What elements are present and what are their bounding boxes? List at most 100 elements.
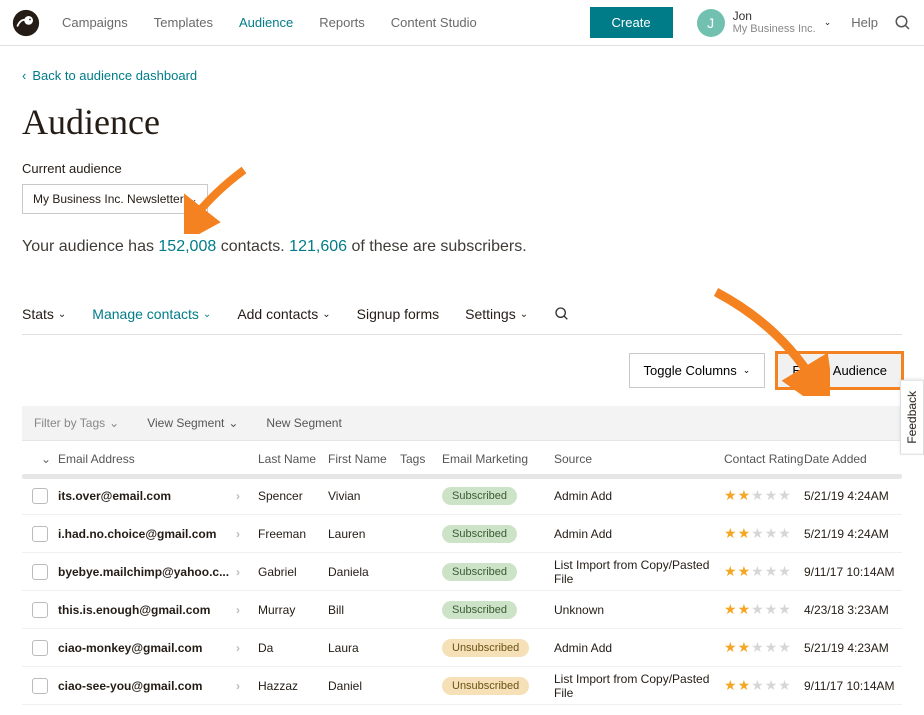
search-contacts-icon[interactable] [554, 306, 570, 322]
subtab-settings[interactable]: Settings ⌄ [465, 306, 528, 322]
col-contact-rating[interactable]: Contact Rating [724, 452, 804, 466]
date-added: 9/11/17 10:14AM [804, 679, 914, 693]
col-email-marketing[interactable]: Email Marketing [442, 452, 554, 466]
select-all-menu[interactable]: ⌄ [32, 452, 51, 466]
subtab-signup-forms[interactable]: Signup forms [357, 306, 439, 322]
star-icon: ★ [724, 639, 737, 656]
subtab-add-contacts[interactable]: Add contacts ⌄ [237, 306, 330, 322]
row-checkbox[interactable] [32, 678, 48, 694]
row-checkbox[interactable] [32, 564, 48, 580]
subtab-stats[interactable]: Stats ⌄ [22, 306, 66, 322]
star-icon: ★ [751, 639, 764, 656]
email-address: i.had.no.choice@gmail.com [58, 527, 216, 541]
search-icon[interactable] [894, 14, 912, 32]
table-row[interactable]: byebye.mailchimp@yahoo.c...›GabrielDanie… [22, 553, 902, 591]
star-icon: ★ [738, 677, 751, 694]
status-badge: Subscribed [442, 601, 517, 619]
col-source[interactable]: Source [554, 452, 724, 466]
status-badge: Unsubscribed [442, 677, 529, 695]
star-icon: ★ [738, 563, 751, 580]
star-icon: ★ [724, 525, 737, 542]
chevron-down-icon: ⌄ [322, 309, 330, 320]
row-checkbox[interactable] [32, 488, 48, 504]
star-icon: ★ [765, 525, 778, 542]
help-link[interactable]: Help [851, 15, 878, 30]
nav-reports[interactable]: Reports [307, 0, 377, 46]
row-checkbox[interactable] [32, 640, 48, 656]
col-email[interactable]: Email Address [58, 452, 258, 466]
email-address: byebye.mailchimp@yahoo.c... [58, 565, 229, 579]
row-checkbox[interactable] [32, 602, 48, 618]
table-row[interactable]: its.over@email.com›SpencerVivianSubscrib… [22, 477, 902, 515]
col-first-name[interactable]: First Name [328, 452, 400, 466]
mailchimp-logo[interactable] [12, 9, 40, 37]
table-row[interactable]: i.had.no.choice@gmail.com›FreemanLaurenS… [22, 515, 902, 553]
nav-campaigns[interactable]: Campaigns [50, 0, 140, 46]
star-icon: ★ [765, 487, 778, 504]
contact-rating: ★★★★★ [724, 639, 804, 656]
star-icon: ★ [778, 677, 791, 694]
status-badge: Subscribed [442, 563, 517, 581]
star-icon: ★ [778, 563, 791, 580]
chevron-down-icon: ⌄ [109, 416, 119, 430]
chevron-right-icon: › [236, 679, 240, 693]
table-row[interactable]: ciao-see-you@gmail.com›HazzazDanielUnsub… [22, 667, 902, 705]
first-name: Daniela [328, 565, 400, 579]
contact-rating: ★★★★★ [724, 525, 804, 542]
star-icon: ★ [778, 487, 791, 504]
date-added: 9/11/17 10:14AM [804, 565, 914, 579]
audience-selector[interactable]: My Business Inc. Newsletter ⌄ [22, 184, 208, 214]
chevron-down-icon: ⌄ [228, 416, 238, 430]
nav-templates[interactable]: Templates [142, 0, 225, 46]
col-date-added[interactable]: Date Added [804, 452, 914, 466]
source-cell: Admin Add [554, 641, 724, 655]
source-cell: Admin Add [554, 489, 724, 503]
nav-audience[interactable]: Audience [227, 0, 305, 46]
audience-summary: Your audience has 152,008 contacts. 121,… [22, 238, 902, 256]
email-address: ciao-see-you@gmail.com [58, 679, 202, 693]
source-cell: List Import from Copy/Pasted File [554, 558, 724, 586]
contact-rating: ★★★★★ [724, 601, 804, 618]
star-icon: ★ [778, 601, 791, 618]
star-icon: ★ [751, 487, 764, 504]
user-org: My Business Inc. [733, 23, 816, 36]
contacts-table: ⌄ Email Address Last Name First Name Tag… [22, 440, 902, 705]
star-icon: ★ [724, 563, 737, 580]
audience-subtabs: Stats ⌄ Manage contacts ⌄ Add contacts ⌄… [22, 306, 902, 335]
table-row[interactable]: ciao-monkey@gmail.com›DaLauraUnsubscribe… [22, 629, 902, 667]
create-button[interactable]: Create [590, 7, 673, 38]
subtab-manage-contacts[interactable]: Manage contacts ⌄ [92, 306, 211, 322]
nav-content-studio[interactable]: Content Studio [379, 0, 489, 46]
view-segment[interactable]: View Segment ⌄ [147, 416, 238, 430]
horizontal-scrollbar[interactable] [22, 474, 902, 479]
last-name: Gabriel [258, 565, 328, 579]
date-added: 5/21/19 4:24AM [804, 527, 914, 541]
col-last-name[interactable]: Last Name [258, 452, 328, 466]
star-icon: ★ [778, 525, 791, 542]
filter-by-tags[interactable]: Filter by Tags ⌄ [34, 416, 119, 430]
chevron-right-icon: › [236, 527, 240, 541]
source-cell: Admin Add [554, 527, 724, 541]
email-address: its.over@email.com [58, 489, 171, 503]
top-nav: CampaignsTemplatesAudienceReportsContent… [0, 0, 924, 46]
col-tags[interactable]: Tags [400, 452, 442, 466]
last-name: Murray [258, 603, 328, 617]
back-link[interactable]: ‹ Back to audience dashboard [22, 68, 197, 83]
source-cell: List Import from Copy/Pasted File [554, 672, 724, 700]
chevron-right-icon: › [236, 603, 240, 617]
date-added: 5/21/19 4:23AM [804, 641, 914, 655]
export-audience-button[interactable]: Export Audience [777, 353, 902, 388]
chevron-left-icon: ‹ [22, 68, 26, 83]
star-icon: ★ [738, 525, 751, 542]
row-checkbox[interactable] [32, 526, 48, 542]
star-icon: ★ [778, 639, 791, 656]
contacts-count: 152,008 [158, 238, 216, 255]
feedback-tab[interactable]: Feedback [900, 380, 924, 455]
toggle-columns-button[interactable]: Toggle Columns ⌄ [629, 353, 766, 388]
user-name: Jon [733, 9, 816, 23]
new-segment[interactable]: New Segment [266, 416, 341, 430]
account-menu[interactable]: J Jon My Business Inc. ⌄ [697, 9, 832, 37]
table-actions: Toggle Columns ⌄ Export Audience [22, 353, 902, 388]
table-row[interactable]: this.is.enough@gmail.com›MurrayBillSubsc… [22, 591, 902, 629]
last-name: Freeman [258, 527, 328, 541]
